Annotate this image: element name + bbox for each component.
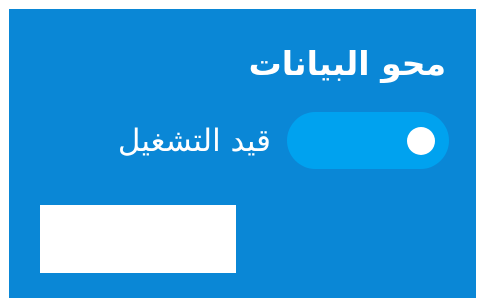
toggle-knob bbox=[407, 127, 435, 155]
settings-panel: محو البيانات قيد التشغيل bbox=[7, 7, 478, 300]
toggle-row: قيد التشغيل bbox=[118, 112, 449, 169]
setting-title: محو البيانات bbox=[248, 44, 446, 83]
blank-box bbox=[40, 205, 236, 273]
erase-data-toggle[interactable] bbox=[287, 112, 449, 169]
toggle-state-label: قيد التشغيل bbox=[117, 122, 271, 159]
